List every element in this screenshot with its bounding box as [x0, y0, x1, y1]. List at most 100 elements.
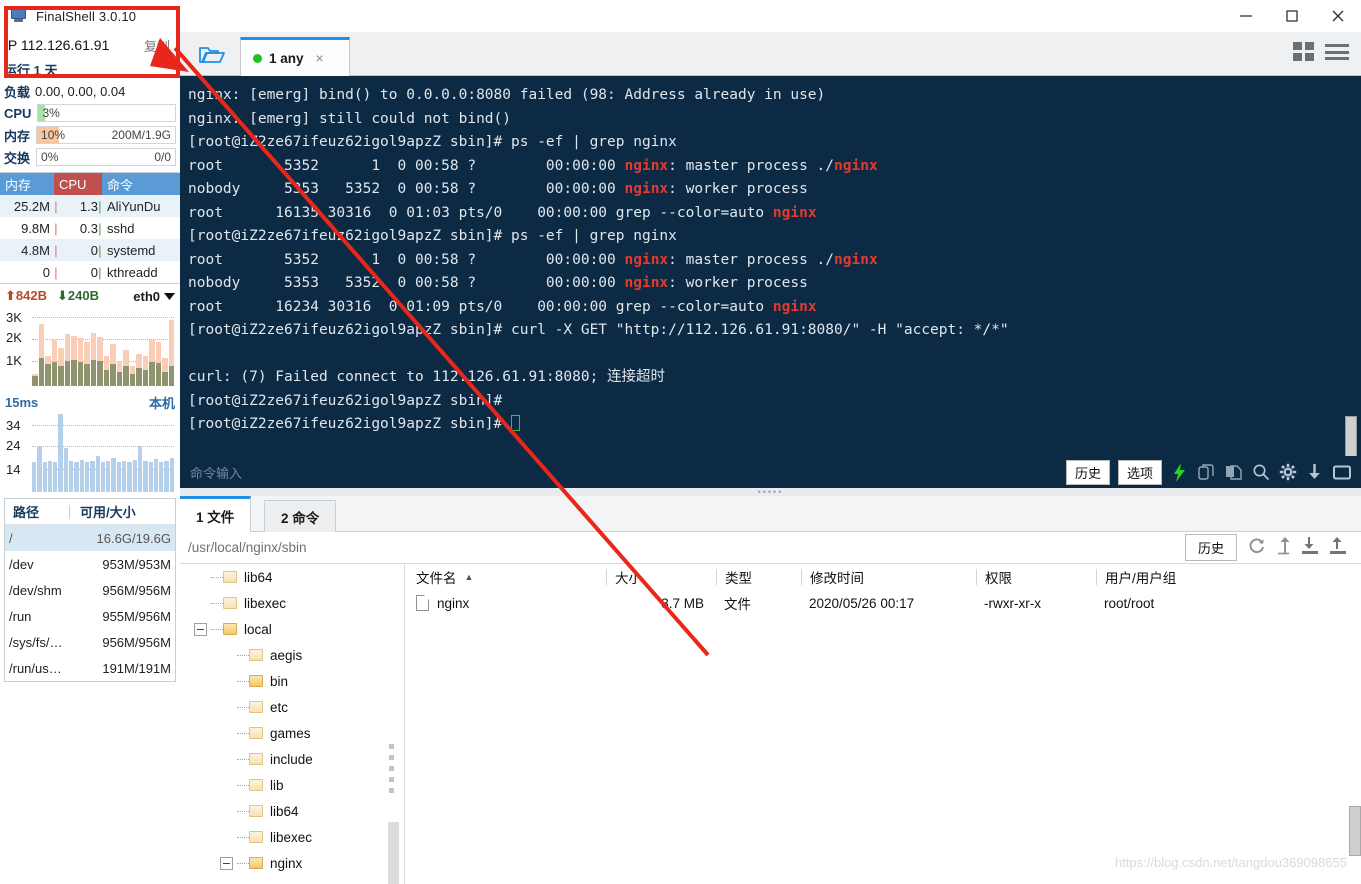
terminal-line: root 16234 30316 0 01:09 pts/0 00:00:00 … — [188, 298, 817, 315]
current-path[interactable]: /usr/local/nginx/sbin — [188, 540, 307, 555]
grid-view-icon[interactable] — [1293, 42, 1315, 62]
memory-usage-bar: 10% 200M/1.9G — [36, 126, 176, 144]
file-manager: /usr/local/nginx/sbin 历史 lib64 libexec loc… — [180, 532, 1361, 884]
lightning-icon[interactable] — [1170, 462, 1189, 482]
refresh-icon[interactable] — [1247, 536, 1266, 560]
load-label: 负载 — [4, 84, 31, 100]
tree-node[interactable]: libexec — [180, 824, 404, 850]
process-command: AliYunDu — [107, 198, 161, 214]
disk-path: / — [9, 530, 13, 546]
tree-node[interactable]: local — [180, 616, 404, 642]
process-command: sshd — [107, 220, 135, 236]
folder-icon — [249, 857, 263, 869]
tree-node[interactable]: etc — [180, 694, 404, 720]
network-y-tick-1: 2K — [6, 330, 22, 345]
download-icon[interactable] — [1301, 536, 1319, 560]
table-row[interactable]: / 16.6G/19.6G — [5, 525, 175, 551]
copy-button[interactable]: 复制 — [144, 36, 176, 55]
table-row[interactable]: 25.2M | 1.3 | AliYunDu — [0, 195, 180, 217]
column-header-permissions[interactable]: 权限 — [976, 569, 1096, 586]
chart-bar — [90, 333, 96, 386]
paste-icon[interactable] — [1224, 463, 1243, 482]
swap-detail: 0/0 — [154, 150, 171, 164]
open-folder-icon[interactable] — [190, 40, 234, 70]
maximize-icon[interactable] — [1269, 0, 1315, 32]
command-input[interactable]: 命令输入 — [190, 463, 242, 482]
table-row[interactable]: nginx 3.7 MB 文件 2020/05/26 00:17 -rwxr-xr-x r… — [406, 590, 1361, 616]
close-icon[interactable]: × — [316, 50, 324, 66]
table-row[interactable]: /dev 953M/953M — [5, 551, 175, 577]
chart-bar — [32, 462, 37, 492]
tree-node[interactable]: bin — [180, 668, 404, 694]
chart-bar — [77, 338, 83, 386]
tree-node[interactable]: lib — [180, 772, 404, 798]
tree-node[interactable]: lib64 — [180, 564, 404, 590]
options-button[interactable]: 选项 — [1117, 459, 1162, 485]
collapse-icon[interactable] — [194, 622, 207, 636]
table-row[interactable]: 4.8M | 0 | systemd — [0, 239, 180, 261]
network-interface-selector[interactable]: eth0 — [133, 289, 175, 304]
column-header-command[interactable]: 命令 — [102, 173, 180, 195]
column-header-mtime[interactable]: 修改时间 — [801, 569, 976, 586]
search-icon[interactable] — [1251, 463, 1270, 482]
folder-icon — [249, 675, 263, 687]
table-row[interactable]: /run 955M/956M — [5, 603, 175, 629]
column-header-memory[interactable]: 内存 — [0, 173, 54, 195]
close-icon[interactable] — [1315, 0, 1361, 32]
column-header-type[interactable]: 类型 — [716, 569, 801, 586]
column-header-filename[interactable]: 文件名 ▲ — [406, 569, 606, 586]
tree-node[interactable]: nginx — [180, 850, 404, 876]
minimize-icon[interactable] — [1223, 0, 1269, 32]
copy-icon[interactable] — [1197, 463, 1216, 482]
column-header-cpu[interactable]: CPU — [54, 173, 102, 195]
download-icon[interactable] — [1305, 463, 1324, 482]
file-actions: 历史 — [1184, 534, 1361, 561]
tree-node-label: libexec — [244, 595, 287, 611]
tree-node[interactable]: lib64 — [180, 798, 404, 824]
column-header-usage[interactable]: 可用/大小 — [70, 502, 175, 521]
page-scrollbar[interactable] — [1349, 806, 1361, 856]
tree-node[interactable]: games — [180, 720, 404, 746]
tree-scrollbar[interactable] — [388, 822, 399, 884]
table-row[interactable]: /dev/shm 956M/956M — [5, 577, 175, 603]
terminal-toolbar: 历史 选项 — [1065, 459, 1361, 485]
window-icon[interactable] — [1332, 463, 1351, 482]
chart-bar — [38, 324, 44, 386]
column-header-owner[interactable]: 用户/用户组 — [1096, 569, 1256, 586]
column-header-path[interactable]: 路径 — [5, 502, 69, 521]
chart-bar — [58, 348, 64, 386]
table-row[interactable]: 9.8M | 0.3 | sshd — [0, 217, 180, 239]
tree-node-label: local — [244, 621, 272, 637]
network-y-tick-0: 3K — [6, 310, 22, 325]
history-button[interactable]: 历史 — [1065, 459, 1110, 485]
tab-commands[interactable]: 2 命令 — [264, 500, 337, 532]
disk-usage: 191M/191M — [102, 660, 171, 676]
gear-icon[interactable] — [1278, 463, 1297, 482]
directory-tree[interactable]: lib64 libexec local aegis bin etc games include… — [180, 564, 405, 884]
tree-node[interactable]: include — [180, 746, 404, 772]
terminal-output[interactable]: nginx: [emerg] bind() to 0.0.0.0:8080 fa… — [180, 76, 1361, 456]
pane-splitter[interactable]: ••••• — [180, 487, 1361, 497]
table-row[interactable]: /sys/fs/… 956M/956M — [5, 629, 175, 655]
list-view-icon[interactable] — [1325, 42, 1349, 62]
terminal-line: [root@iZ2ze67ifeuz62igol9apzZ sbin]# — [188, 392, 503, 409]
upload-icon[interactable] — [1329, 536, 1347, 560]
session-tab-1-any[interactable]: 1 any × — [240, 37, 350, 76]
table-row[interactable]: /run/us… 191M/191M — [5, 655, 175, 681]
history-button[interactable]: 历史 — [1184, 534, 1237, 561]
terminal-line: curl: (7) Failed connect to 112.126.61.9… — [188, 369, 666, 385]
table-row[interactable]: 0 | 0 | kthreadd — [0, 261, 180, 283]
tab-label: 1 any — [269, 50, 304, 66]
disk-path: /sys/fs/… — [9, 634, 63, 650]
process-memory: 9.8M — [21, 220, 50, 236]
column-header-size[interactable]: 大小 — [606, 569, 716, 586]
terminal-scrollbar[interactable] — [1345, 416, 1357, 456]
tree-node[interactable]: libexec — [180, 590, 404, 616]
collapse-icon[interactable] — [220, 856, 233, 870]
file-rows: nginx 3.7 MB 文件 2020/05/26 00:17 -rwxr-xr-x r… — [406, 590, 1361, 616]
latency-value: 15ms — [5, 394, 39, 410]
up-arrow-icon[interactable] — [1276, 536, 1291, 560]
splitter-grip: ••••• — [757, 487, 784, 497]
tab-files[interactable]: 1 文件 — [180, 496, 252, 532]
tree-node[interactable]: aegis — [180, 642, 404, 668]
